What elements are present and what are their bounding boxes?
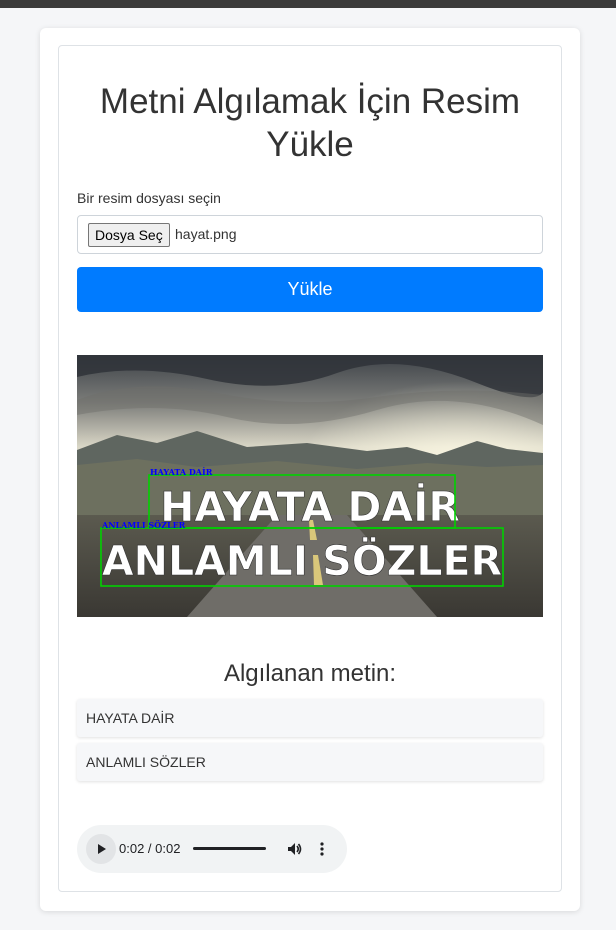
play-button[interactable] [86, 834, 116, 864]
audio-progress-fill [193, 847, 266, 850]
file-input[interactable]: Dosya Seç hayat.png [77, 215, 543, 254]
more-options-icon[interactable] [317, 840, 327, 858]
svg-text:HAYATA DAİR: HAYATA DAİR [160, 483, 460, 531]
detected-text-heading: Algılanan metin: [223, 660, 397, 687]
volume-icon[interactable] [286, 840, 304, 858]
selected-file-name: hayat.png [175, 226, 237, 242]
detection-label-2: ANLAMLI SÖZLER [101, 520, 186, 530]
audio-time: 0:02 / 0:02 [119, 841, 181, 856]
browser-top-bar [0, 0, 616, 8]
outer-card: Metni Algılamak İçin Resim Yükle Bir res… [40, 28, 580, 911]
detected-text-item: HAYATA DAİR [77, 699, 543, 737]
audio-player[interactable]: 0:02 / 0:02 [77, 825, 347, 873]
svg-text:ANLAMLI SÖZLER: ANLAMLI SÖZLER [102, 537, 502, 585]
choose-file-button[interactable]: Dosya Seç [88, 223, 170, 247]
upload-button[interactable]: Yükle [77, 267, 543, 312]
processed-image: HAYATA DAİR ANLAMLI SÖZLER HAYATA DAİR A… [77, 355, 543, 617]
file-input-label: Bir resim dosyası seçin [77, 190, 221, 206]
audio-progress-bar[interactable] [193, 847, 266, 850]
upload-card: Metni Algılamak İçin Resim Yükle Bir res… [58, 45, 562, 892]
page-title: Metni Algılamak İçin Resim Yükle [99, 82, 521, 164]
detection-label-1: HAYATA DAİR [150, 467, 213, 477]
detected-text-item: ANLAMLI SÖZLER [77, 743, 543, 781]
play-icon [98, 844, 106, 854]
